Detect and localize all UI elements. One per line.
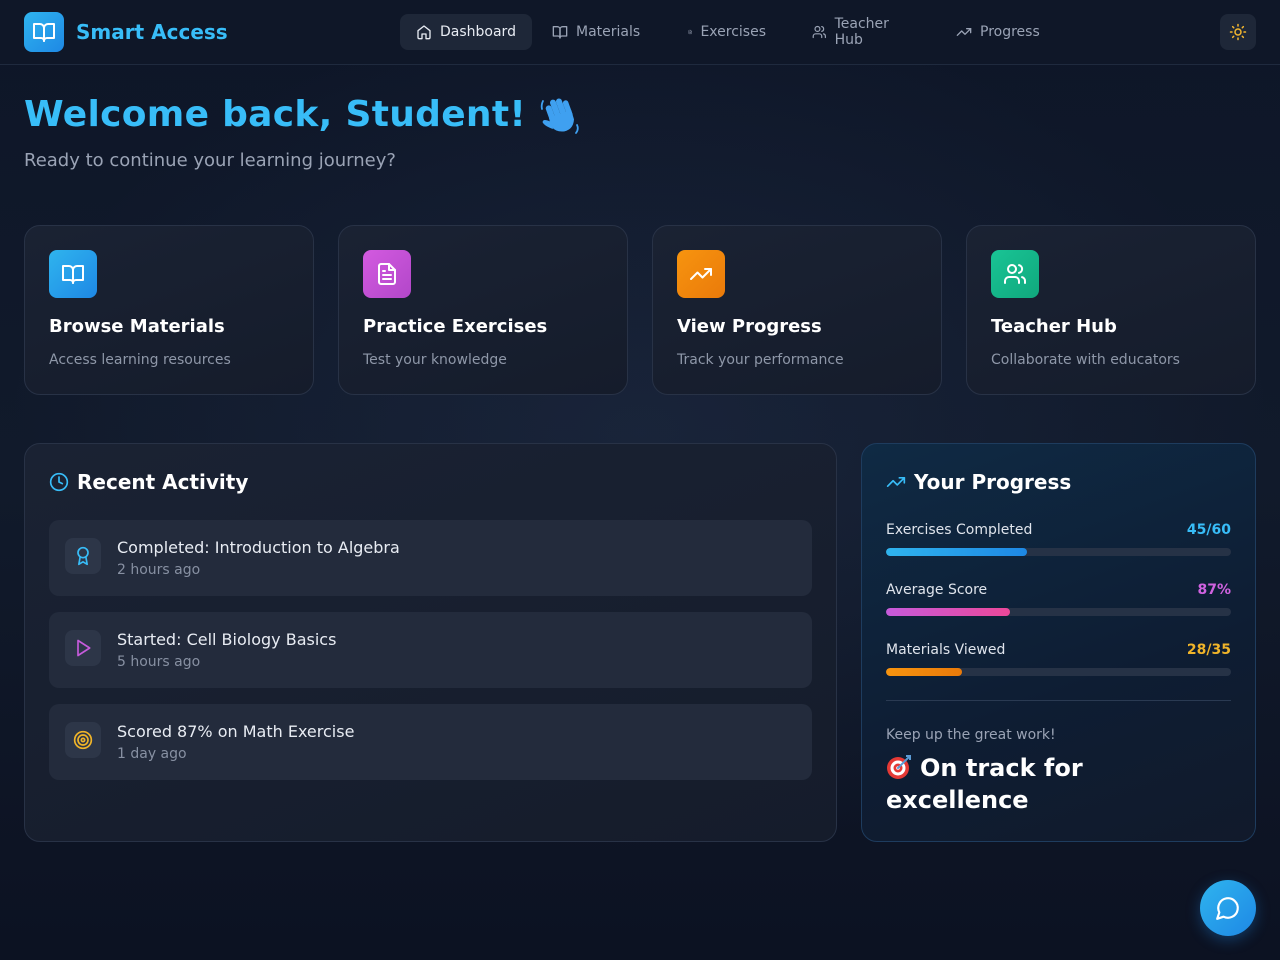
activity-item[interactable]: Scored 87% on Math Exercise 1 day ago (49, 704, 812, 780)
progress-header: Your Progress (886, 470, 1071, 494)
status-message: On track for excellence (886, 752, 1216, 816)
message-circle-icon (1216, 897, 1239, 920)
theme-toggle-button[interactable] (1220, 14, 1256, 50)
stat-exercises-completed: Exercises Completed 45/60 (886, 520, 1231, 556)
stat-label: Average Score (886, 582, 988, 598)
play-icon (65, 630, 101, 666)
card-teacher-hub[interactable]: Teacher Hub Collaborate with educators (966, 225, 1256, 395)
divider (886, 700, 1231, 701)
stat-label: Exercises Completed (886, 522, 1033, 538)
activity-time: 2 hours ago (117, 562, 201, 578)
card-description: Access learning resources (49, 352, 231, 368)
nav-dashboard[interactable]: Dashboard (400, 14, 532, 50)
stat-value: 28/35 (1186, 642, 1231, 658)
nav-progress-label: Progress (980, 24, 1040, 40)
card-practice-exercises[interactable]: Practice Exercises Test your knowledge (338, 225, 628, 395)
nav-exercises-label: Exercises (700, 24, 766, 40)
book-open-icon (552, 26, 568, 39)
top-navigation-bar: Smart Access Dashboard Materials Exercis… (0, 0, 1280, 65)
card-description: Test your knowledge (363, 352, 507, 368)
welcome-heading-text: Welcome back, Student! (24, 93, 527, 135)
trending-up-icon (886, 477, 906, 487)
target-icon (65, 722, 101, 758)
activity-title: Started: Cell Biology Basics (117, 630, 337, 649)
clock-icon (49, 472, 69, 492)
progress-track (886, 668, 1231, 676)
main-nav: Dashboard Materials Exercises Teacher Hu… (400, 14, 1060, 50)
card-title: View Progress (677, 316, 822, 337)
status-message-text: On track for excellence (886, 754, 1083, 814)
chat-button[interactable] (1200, 880, 1256, 936)
brand[interactable]: Smart Access (24, 12, 228, 52)
direct-hit-icon (887, 755, 911, 779)
nav-materials-label: Materials (576, 24, 641, 40)
users-icon (991, 250, 1039, 298)
nav-teacher-hub[interactable]: Teacher Hub (796, 14, 930, 50)
activity-item[interactable]: Completed: Introduction to Algebra 2 hou… (49, 520, 812, 596)
progress-track (886, 608, 1231, 616)
progress-fill (886, 548, 1028, 556)
recent-activity-header: Recent Activity (49, 470, 248, 494)
stat-value: 45/60 (1186, 522, 1231, 538)
progress-panel: Your Progress Exercises Completed 45/60 … (861, 443, 1256, 842)
book-open-icon (24, 12, 64, 52)
home-icon (417, 25, 431, 40)
progress-track (886, 548, 1231, 556)
activity-time: 5 hours ago (117, 654, 201, 670)
welcome-subtitle: Ready to continue your learning journey? (24, 150, 396, 171)
recent-activity-panel: Recent Activity Completed: Introduction … (24, 443, 837, 842)
progress-title: Your Progress (914, 470, 1072, 494)
card-description: Collaborate with educators (991, 352, 1180, 368)
trending-up-icon (677, 250, 725, 298)
nav-exercises[interactable]: Exercises (672, 14, 782, 50)
stat-label: Materials Viewed (886, 642, 1006, 658)
nav-dashboard-label: Dashboard (440, 24, 516, 40)
file-text-icon (688, 29, 692, 35)
app-name: Smart Access (76, 20, 228, 44)
card-view-progress[interactable]: View Progress Track your performance (652, 225, 942, 395)
recent-activity-title: Recent Activity (77, 470, 249, 494)
stat-average-score: Average Score 87% (886, 580, 1231, 616)
sun-icon (1229, 23, 1247, 41)
nav-progress[interactable]: Progress (940, 14, 1056, 50)
activity-title: Completed: Introduction to Algebra (117, 538, 400, 557)
activity-title: Scored 87% on Math Exercise (117, 722, 355, 741)
card-browse-materials[interactable]: Browse Materials Access learning resourc… (24, 225, 314, 395)
users-icon (812, 25, 826, 39)
nav-teacher-hub-label: Teacher Hub (834, 16, 889, 48)
card-title: Teacher Hub (991, 316, 1117, 337)
trending-up-icon (956, 27, 972, 36)
waving-hand-icon (538, 92, 582, 136)
progress-fill (886, 668, 962, 676)
activity-item[interactable]: Started: Cell Biology Basics 5 hours ago (49, 612, 812, 688)
card-description: Track your performance (677, 352, 844, 368)
stat-value: 87% (1197, 582, 1231, 598)
book-open-icon (49, 250, 97, 298)
welcome-heading: Welcome back, Student! (24, 92, 582, 136)
card-title: Practice Exercises (363, 316, 548, 337)
progress-fill (886, 608, 1011, 616)
file-text-icon (363, 250, 411, 298)
stat-materials-viewed: Materials Viewed 28/35 (886, 640, 1231, 676)
encouragement-text: Keep up the great work! (886, 727, 1056, 743)
nav-materials[interactable]: Materials (536, 14, 658, 50)
award-icon (65, 538, 101, 574)
card-title: Browse Materials (49, 316, 225, 337)
activity-time: 1 day ago (117, 746, 187, 762)
